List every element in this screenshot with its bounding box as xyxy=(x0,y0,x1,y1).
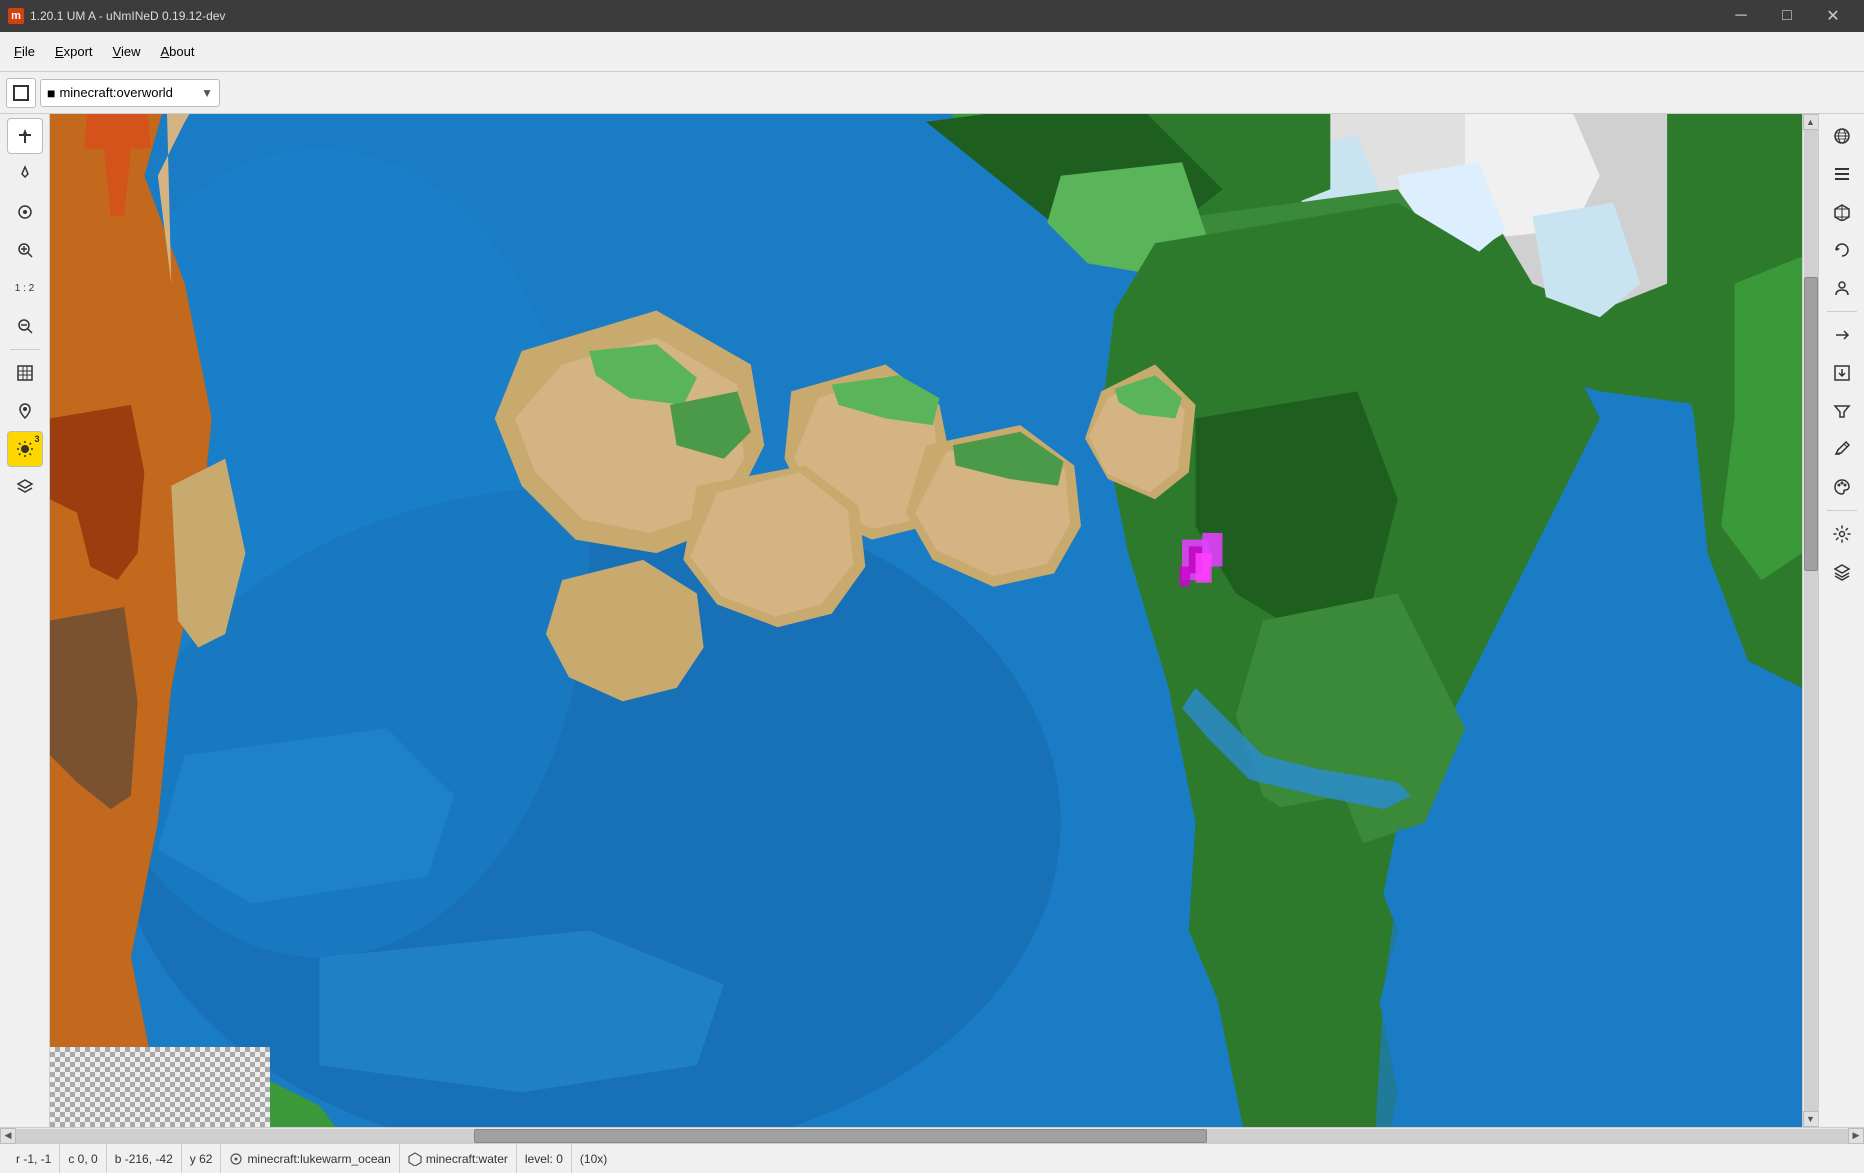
waypoints-button[interactable] xyxy=(7,393,43,429)
zoom-ratio-label: 1 : 2 xyxy=(7,270,43,306)
scroll-left-arrow[interactable]: ◀ xyxy=(0,1128,16,1144)
status-y: y 62 xyxy=(182,1144,222,1173)
world-name: minecraft:overworld xyxy=(59,85,172,100)
horizontal-scrollbar[interactable]: ◀ ▶ xyxy=(0,1127,1864,1143)
lighting-button[interactable]: 3 xyxy=(7,431,43,467)
world-selector[interactable]: ■ minecraft:overworld ▼ xyxy=(40,79,220,107)
titlebar: m 1.20.1 UM A - uNmINeD 0.19.12-dev ─ □ … xyxy=(0,0,1864,32)
filter-button[interactable] xyxy=(1824,393,1860,429)
menu-export[interactable]: Export xyxy=(45,38,103,65)
status-zoom: (10x) xyxy=(572,1144,615,1173)
globe-button[interactable] xyxy=(1824,118,1860,154)
close-button[interactable]: ✕ xyxy=(1810,0,1856,32)
left-toolbar: 1 : 2 xyxy=(0,114,50,1127)
follow-button[interactable] xyxy=(7,194,43,230)
menubar: File Export View About xyxy=(0,32,1864,72)
refresh-button[interactable] xyxy=(1824,232,1860,268)
scroll-down-arrow[interactable]: ▼ xyxy=(1803,1111,1819,1127)
status-c: c 0, 0 xyxy=(60,1144,106,1173)
zoom-label: (10x) xyxy=(580,1152,607,1166)
biome-label: minecraft:lukewarm_ocean xyxy=(247,1152,390,1166)
status-block: minecraft:water xyxy=(400,1144,517,1173)
layers-right-button[interactable] xyxy=(1824,554,1860,590)
right-scrollbar[interactable]: ▲ ▼ xyxy=(1802,114,1818,1127)
titlebar-title: 1.20.1 UM A - uNmINeD 0.19.12-dev xyxy=(30,9,1718,23)
edit-button[interactable] xyxy=(1824,431,1860,467)
scroll-thumb[interactable] xyxy=(1804,277,1818,571)
menu-file[interactable]: File xyxy=(4,38,45,65)
toolbar-square-btn[interactable] xyxy=(6,78,36,108)
map-area[interactable] xyxy=(50,114,1802,1127)
export-button[interactable] xyxy=(1824,355,1860,391)
block-icon xyxy=(408,1152,422,1166)
pin-button[interactable] xyxy=(7,118,43,154)
app-icon: m xyxy=(8,8,24,24)
chunk-button[interactable] xyxy=(1824,194,1860,230)
right-toolbar xyxy=(1818,114,1864,1127)
menu-about[interactable]: About xyxy=(151,38,205,65)
level-label: level: 0 xyxy=(525,1152,563,1166)
dropdown-arrow-icon: ▼ xyxy=(201,86,213,100)
compass-button[interactable] xyxy=(7,156,43,192)
statusbar: r -1, -1 c 0, 0 b -216, -42 y 62 minecra… xyxy=(0,1143,1864,1173)
scroll-track[interactable] xyxy=(1804,130,1818,1111)
right-separator-1 xyxy=(1827,311,1857,312)
separator-1 xyxy=(10,349,40,350)
layers-button[interactable] xyxy=(7,469,43,505)
hscroll-thumb[interactable] xyxy=(474,1129,1207,1143)
status-r: r -1, -1 xyxy=(8,1144,60,1173)
menu-view[interactable]: View xyxy=(103,38,151,65)
right-separator-2 xyxy=(1827,510,1857,511)
block-label: minecraft:water xyxy=(426,1152,508,1166)
c-label: c 0, 0 xyxy=(68,1152,97,1166)
scroll-right-arrow[interactable]: ▶ xyxy=(1848,1128,1864,1144)
toolbar: ■ minecraft:overworld ▼ xyxy=(0,72,1864,114)
y-label: y 62 xyxy=(190,1152,213,1166)
window-controls: ─ □ ✕ xyxy=(1718,0,1856,32)
status-biome: minecraft:lukewarm_ocean xyxy=(221,1144,399,1173)
zoom-out-button[interactable] xyxy=(7,308,43,344)
main-area: 1 : 2 xyxy=(0,114,1864,1127)
map-svg xyxy=(50,114,1802,1127)
status-b: b -216, -42 xyxy=(107,1144,182,1173)
biome-icon xyxy=(229,1152,243,1166)
status-level: level: 0 xyxy=(517,1144,572,1173)
maximize-button[interactable]: □ xyxy=(1764,0,1810,32)
lighting-badge: 3 xyxy=(34,434,39,444)
navigate-button[interactable] xyxy=(1824,317,1860,353)
unexplored-area xyxy=(50,1047,270,1127)
minimize-button[interactable]: ─ xyxy=(1718,0,1764,32)
zoom-in-button[interactable] xyxy=(7,232,43,268)
r-label: r -1, -1 xyxy=(16,1152,51,1166)
details-button[interactable] xyxy=(1824,156,1860,192)
hscroll-track[interactable] xyxy=(16,1129,1848,1143)
b-label: b -216, -42 xyxy=(115,1152,173,1166)
palette-button[interactable] xyxy=(1824,469,1860,505)
scroll-up-arrow[interactable]: ▲ xyxy=(1803,114,1819,130)
world-icon: ■ xyxy=(47,85,55,101)
players-button[interactable] xyxy=(1824,270,1860,306)
settings-button[interactable] xyxy=(1824,516,1860,552)
grid-button[interactable] xyxy=(7,355,43,391)
